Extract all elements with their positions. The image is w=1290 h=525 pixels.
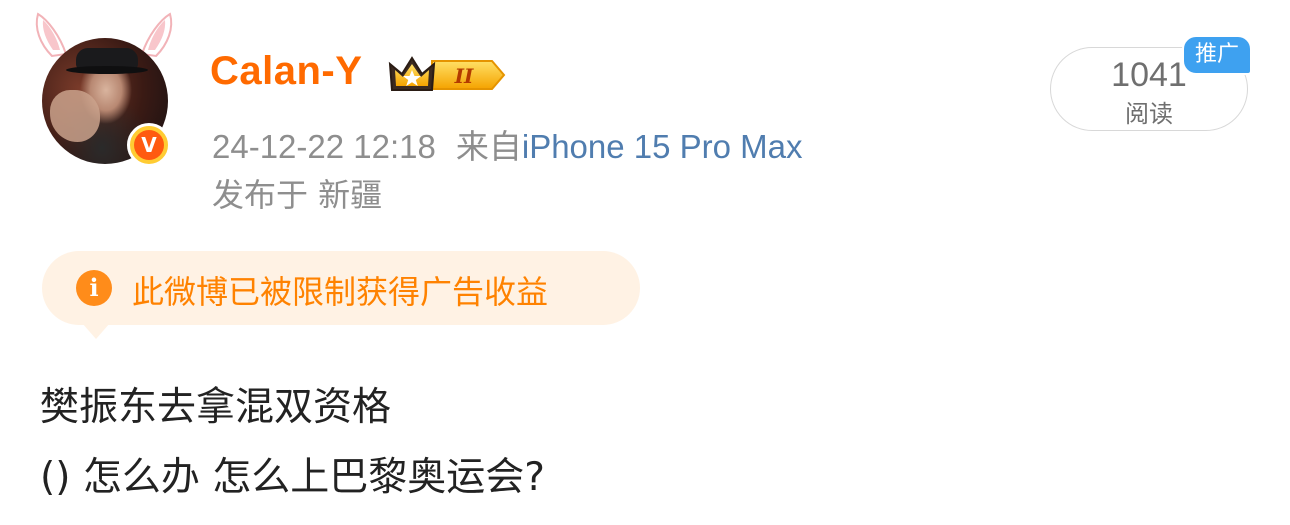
device-link[interactable]: iPhone 15 Pro Max bbox=[522, 128, 803, 165]
source-prefix: 来自 bbox=[455, 128, 522, 165]
avatar-hand bbox=[50, 90, 100, 142]
rank-label: II bbox=[454, 64, 474, 88]
info-icon: i bbox=[76, 270, 112, 306]
verified-badge-letter: V bbox=[134, 130, 164, 160]
crown-rank-badge-icon[interactable]: II bbox=[388, 52, 508, 98]
ad-revenue-notice: i 此微博已被限制获得广告收益 bbox=[42, 251, 640, 339]
post-location: 发布于 新疆 bbox=[212, 176, 383, 214]
notice-tail bbox=[82, 323, 110, 339]
promote-badge[interactable]: 推广 bbox=[1182, 35, 1252, 75]
read-label: 阅读 bbox=[1125, 100, 1173, 128]
post-text-line-1: 樊振东去拿混双资格 bbox=[40, 385, 392, 430]
avatar-hat-brim bbox=[66, 66, 148, 74]
post-timestamp: 24-12-22 12:18 bbox=[212, 128, 436, 165]
post-text-line-2: () 怎么办 怎么上巴黎奥运会? bbox=[40, 455, 545, 500]
username[interactable]: Calan-Y bbox=[210, 49, 362, 94]
notice-text: 此微博已被限制获得广告收益 bbox=[132, 273, 549, 311]
verified-badge-icon: V bbox=[127, 123, 171, 167]
post-meta: 24-12-22 12:18 来自iPhone 15 Pro Max bbox=[212, 120, 803, 168]
